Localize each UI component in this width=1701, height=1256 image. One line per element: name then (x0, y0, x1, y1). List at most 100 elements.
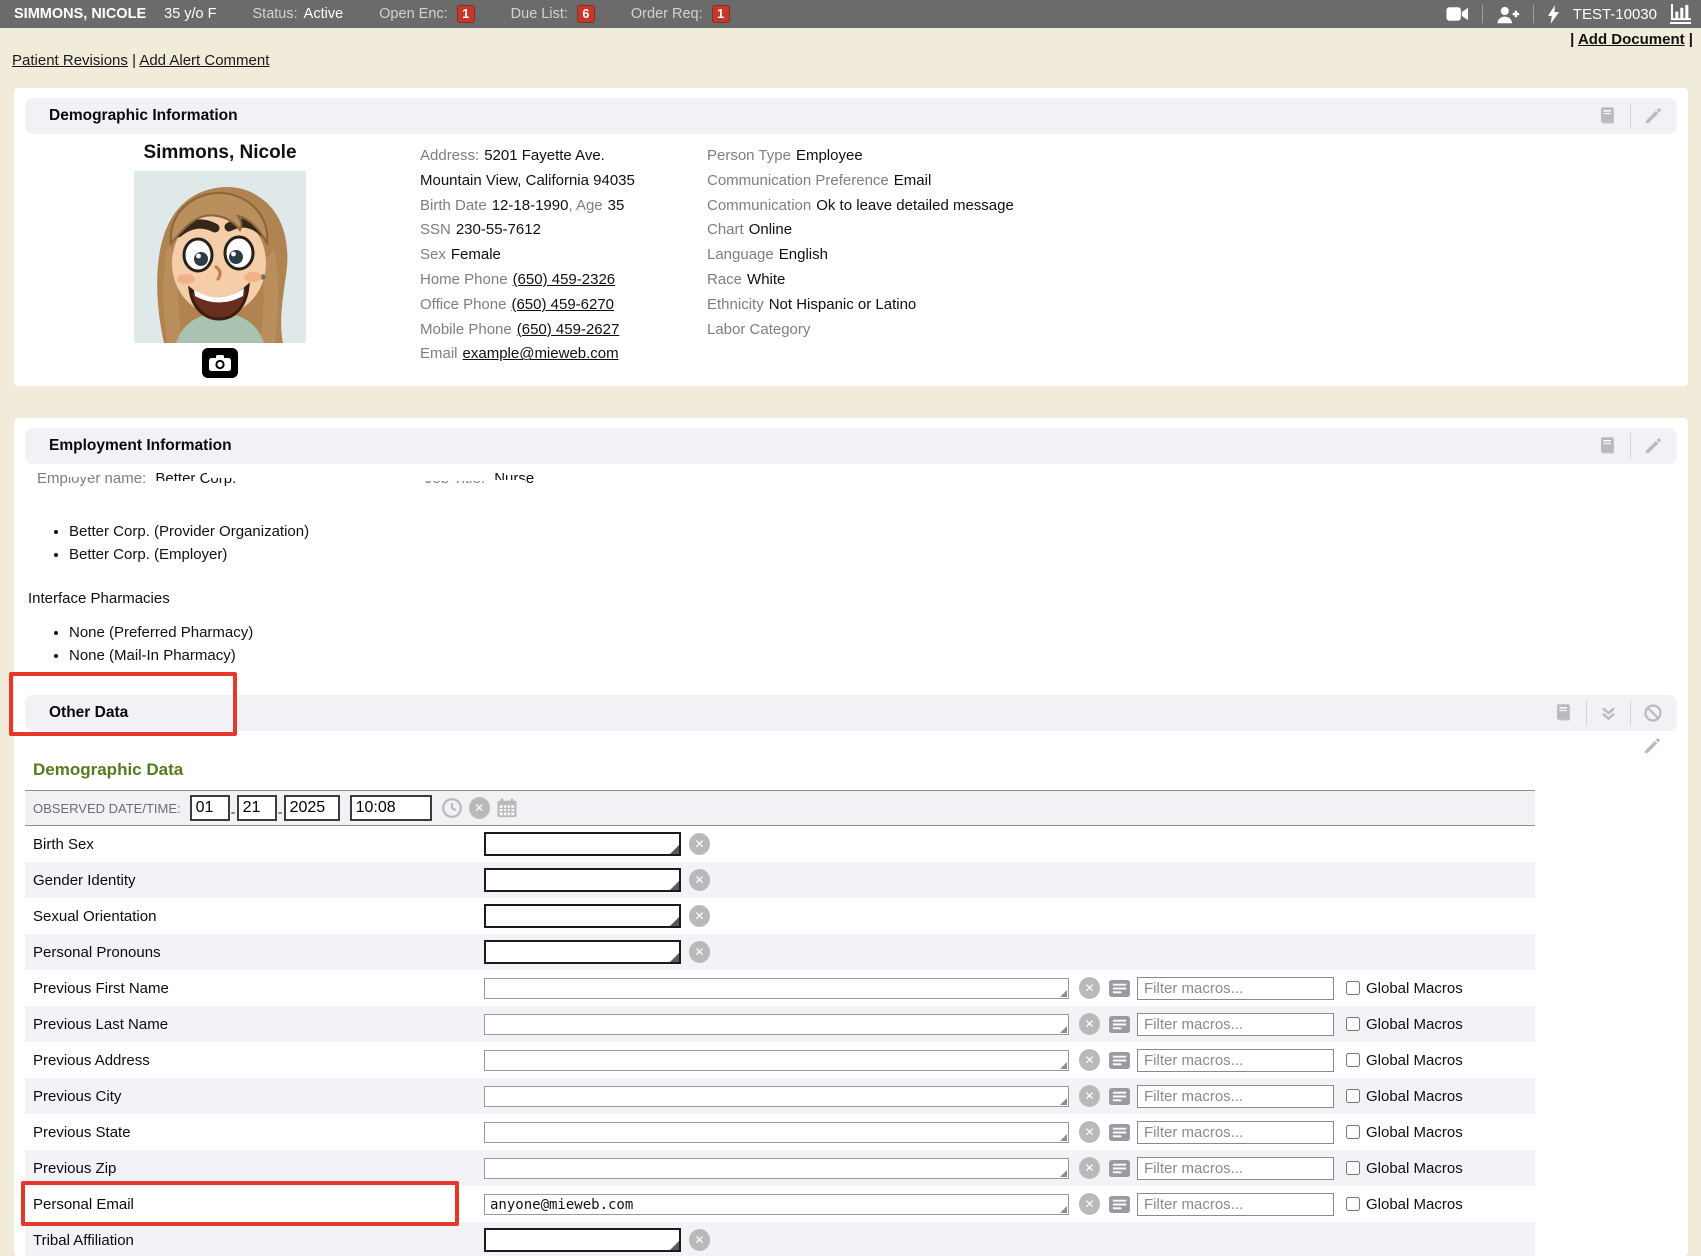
office-phone-link[interactable]: (650) 459-6270 (511, 296, 614, 313)
due-list-badge[interactable]: 6 (577, 5, 595, 23)
resize-grip[interactable] (670, 953, 679, 962)
global-macros-checkbox[interactable] (1346, 1161, 1360, 1175)
form-row: Previous City✕Global Macros (25, 1078, 1535, 1114)
add-alert-comment-link[interactable]: Add Alert Comment (139, 52, 269, 69)
macro-list-icon[interactable] (1108, 1123, 1131, 1142)
video-camera-icon[interactable] (1446, 6, 1469, 22)
filter-macros-input[interactable] (1137, 977, 1334, 1000)
patient-revisions-link[interactable]: Patient Revisions (12, 52, 128, 69)
macro-list-icon[interactable] (1108, 1159, 1131, 1178)
clear-field-button[interactable]: ✕ (1079, 1157, 1100, 1179)
home-phone-link[interactable]: (650) 459-2326 (513, 271, 616, 288)
macro-list-icon[interactable] (1108, 979, 1131, 998)
clear-field-button[interactable]: ✕ (1079, 1193, 1100, 1215)
lightning-icon[interactable] (1547, 5, 1560, 24)
resize-grip[interactable] (670, 881, 679, 890)
other-data-header[interactable]: Other Data (25, 695, 1677, 731)
filter-macros-input[interactable] (1137, 1157, 1334, 1180)
divider (1630, 700, 1631, 726)
mobile-phone-link[interactable]: (650) 459-2627 (517, 321, 620, 338)
open-enc-label: Open Enc: (379, 6, 448, 22)
textarea-input[interactable] (484, 1014, 1069, 1035)
text-input[interactable] (484, 832, 681, 856)
textarea-input[interactable] (484, 1050, 1069, 1071)
resize-grip[interactable] (1060, 1134, 1067, 1141)
divider (1533, 5, 1534, 23)
macro-list-icon[interactable] (1108, 1195, 1131, 1214)
camera-icon[interactable] (202, 348, 238, 378)
demographic-information-header[interactable]: Demographic Information (25, 98, 1677, 134)
resize-grip[interactable] (1060, 990, 1067, 997)
macro-list-icon[interactable] (1108, 1087, 1131, 1106)
global-macros-checkbox[interactable] (1346, 1053, 1360, 1067)
journal-icon[interactable] (1596, 105, 1618, 127)
open-enc-badge[interactable]: 1 (457, 5, 475, 23)
text-input[interactable] (484, 868, 681, 892)
add-person-icon[interactable] (1496, 5, 1520, 24)
clock-icon[interactable] (441, 797, 463, 819)
journal-icon[interactable] (1596, 435, 1618, 457)
employment-information-header[interactable]: Employment Information (25, 428, 1677, 464)
observed-datetime-row: OBSERVED DATE/TIME: - - ✕ (25, 790, 1535, 826)
clear-field-button[interactable]: ✕ (1079, 1049, 1100, 1071)
clear-field-button[interactable]: ✕ (689, 833, 710, 855)
resize-grip[interactable] (1060, 1098, 1067, 1105)
pipe: | (1685, 31, 1693, 48)
global-macros-checkbox[interactable] (1346, 981, 1360, 995)
global-macros-checkbox[interactable] (1346, 1125, 1360, 1139)
clear-field-button[interactable]: ✕ (1079, 1121, 1100, 1143)
filter-macros-input[interactable] (1137, 1013, 1334, 1036)
text-input[interactable] (484, 940, 681, 964)
textarea-input[interactable] (484, 1086, 1069, 1107)
field-label: Birth Date (420, 197, 487, 214)
clear-field-button[interactable]: ✕ (1079, 1085, 1100, 1107)
clear-datetime-icon[interactable]: ✕ (469, 797, 490, 819)
filter-macros-input[interactable] (1137, 1121, 1334, 1144)
macro-list-icon[interactable] (1108, 1051, 1131, 1070)
textarea-input[interactable]: anyone@mieweb.com (484, 1194, 1069, 1215)
clear-field-button[interactable]: ✕ (689, 941, 710, 963)
filter-macros-input[interactable] (1137, 1049, 1334, 1072)
observed-year-input[interactable] (284, 795, 340, 821)
textarea-input[interactable] (484, 1122, 1069, 1143)
textarea-input[interactable] (484, 1158, 1069, 1179)
patient-photo[interactable] (134, 171, 306, 343)
resize-grip[interactable] (1060, 1026, 1067, 1033)
collapse-chevrons-icon[interactable] (1599, 704, 1618, 723)
bar-chart-icon[interactable] (1670, 4, 1691, 24)
add-document-link[interactable]: Add Document (1578, 31, 1685, 48)
filter-macros-input[interactable] (1137, 1193, 1334, 1216)
observed-day-input[interactable] (237, 795, 277, 821)
resize-grip[interactable] (670, 1241, 679, 1250)
observed-month-input[interactable] (190, 795, 230, 821)
email-link[interactable]: example@mieweb.com (463, 345, 619, 362)
global-macros-checkbox[interactable] (1346, 1197, 1360, 1211)
resize-grip[interactable] (1060, 1062, 1067, 1069)
journal-icon[interactable] (1552, 702, 1574, 724)
edit-pencil-icon[interactable] (1642, 736, 1662, 760)
edit-pencil-icon[interactable] (1643, 436, 1663, 456)
field-label: Previous First Name (25, 980, 484, 997)
order-req-badge[interactable]: 1 (712, 5, 730, 23)
block-icon[interactable] (1643, 703, 1663, 723)
text-input[interactable] (484, 1228, 681, 1252)
clear-field-button[interactable]: ✕ (689, 869, 710, 891)
edit-pencil-icon[interactable] (1643, 106, 1663, 126)
clear-field-button[interactable]: ✕ (1079, 1013, 1100, 1035)
clear-field-button[interactable]: ✕ (1079, 977, 1100, 999)
global-macros-label: Global Macros (1366, 1160, 1463, 1177)
resize-grip[interactable] (670, 917, 679, 926)
resize-grip[interactable] (1060, 1206, 1067, 1213)
global-macros-checkbox[interactable] (1346, 1089, 1360, 1103)
clear-field-button[interactable]: ✕ (689, 905, 710, 927)
macro-list-icon[interactable] (1108, 1015, 1131, 1034)
global-macros-checkbox[interactable] (1346, 1017, 1360, 1031)
calendar-icon[interactable] (496, 798, 518, 818)
observed-time-input[interactable] (350, 795, 432, 821)
filter-macros-input[interactable] (1137, 1085, 1334, 1108)
text-input[interactable] (484, 904, 681, 928)
resize-grip[interactable] (670, 845, 679, 854)
resize-grip[interactable] (1060, 1170, 1067, 1177)
textarea-input[interactable] (484, 978, 1069, 999)
clear-field-button[interactable]: ✕ (689, 1229, 710, 1251)
